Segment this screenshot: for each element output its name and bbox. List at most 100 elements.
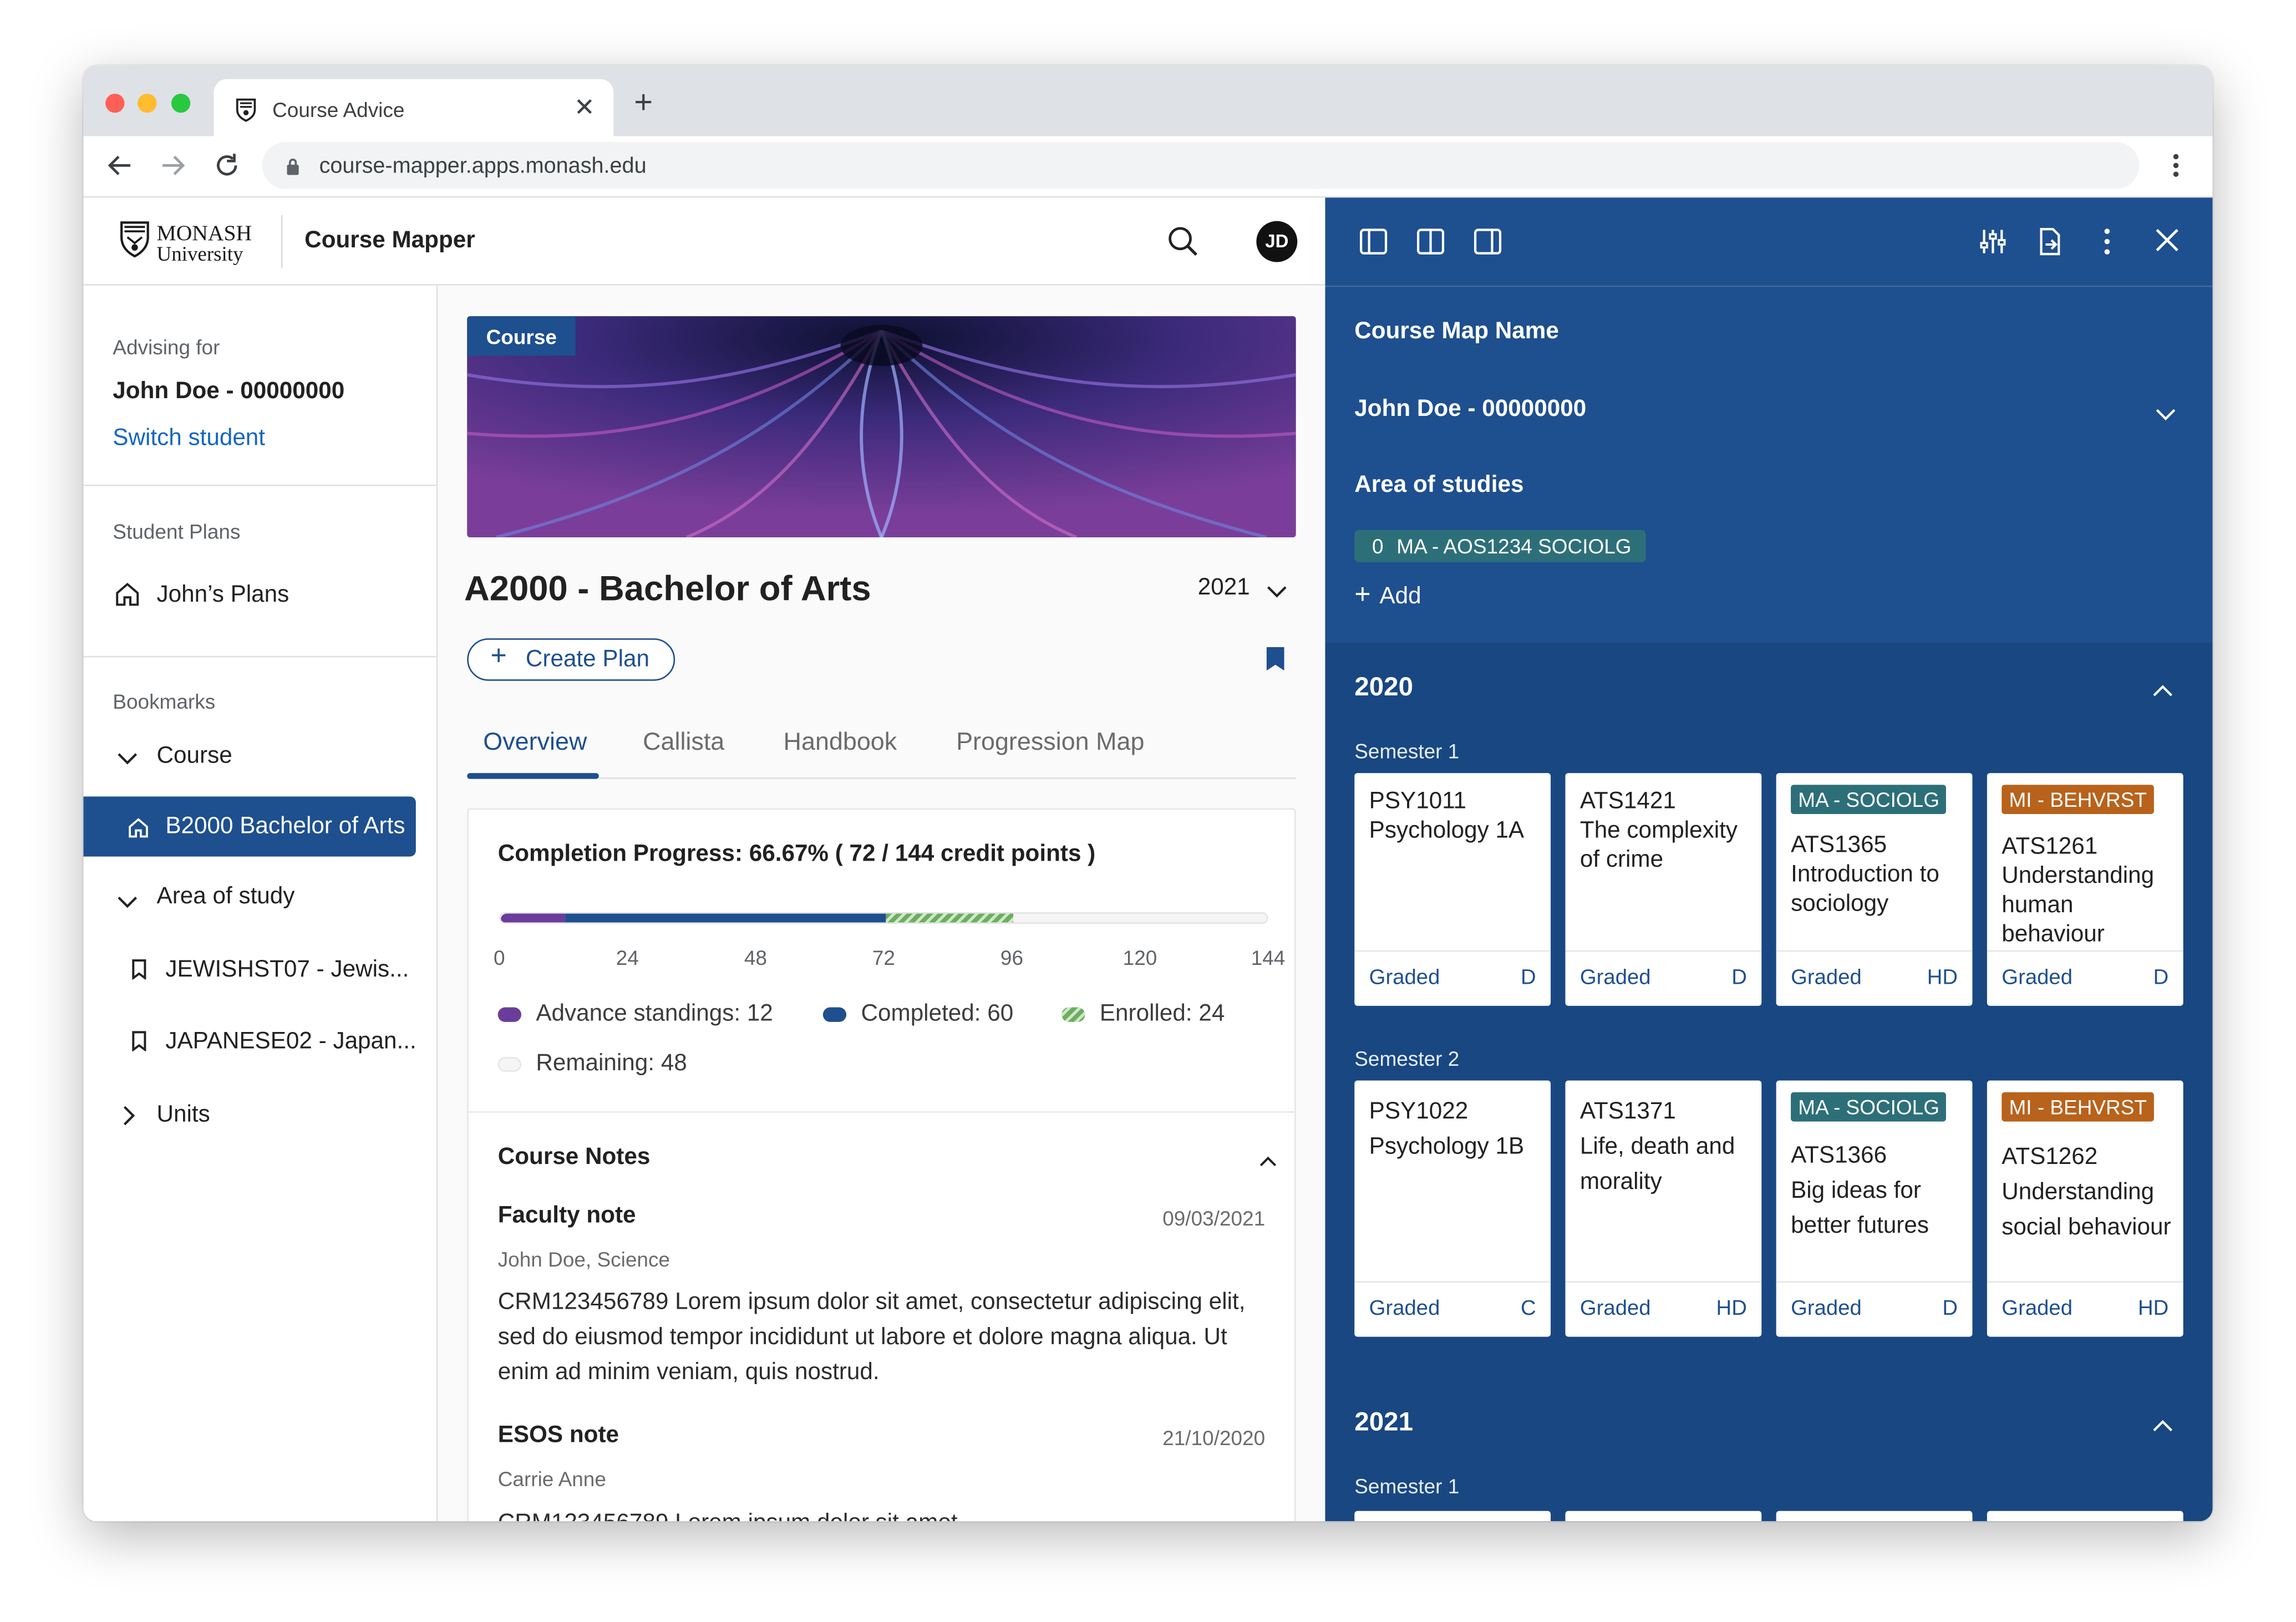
note-title: Faculty note — [497, 1203, 636, 1229]
year-select[interactable]: 2021 — [1198, 576, 1250, 602]
course-title: A2000 - Bachelor of Arts — [464, 570, 871, 609]
unit-card[interactable]: ATS1421 The complexity of crime Graded D — [1565, 773, 1762, 1006]
unit-card[interactable] — [1354, 1511, 1551, 1522]
unit-status: Graded — [1369, 966, 1440, 990]
tab-overview[interactable]: Overview — [483, 728, 587, 757]
sidebar-divider — [83, 484, 436, 486]
minor-tag: MI - BEHVRST — [2002, 785, 2155, 815]
semester-label: Semester 1 — [1354, 739, 1460, 763]
chevron-down-icon[interactable] — [117, 890, 138, 917]
unit-footer: Graded D — [1776, 1281, 1973, 1336]
plus-icon: + — [1354, 579, 1371, 611]
create-plan-button[interactable]: + Create Plan — [467, 638, 675, 681]
unit-card[interactable]: ATS1371 Life, death and morality Graded … — [1565, 1080, 1762, 1337]
sidebar-item-japanese02[interactable]: JAPANESE02 - Japan... — [165, 1029, 416, 1056]
sidebar-group-course[interactable]: Course — [157, 744, 232, 770]
unit-card[interactable]: MA - SOCIOLG ATS1366 Big ideas for bette… — [1776, 1080, 1973, 1337]
legend-swatch — [1061, 1007, 1085, 1022]
browser-toolbar: course-mapper.apps.monash.edu — [83, 136, 2213, 198]
layout-right-panel-icon[interactable] — [1473, 227, 1502, 263]
chevron-down-icon[interactable] — [2156, 403, 2176, 429]
unit-title: Understanding human behaviour — [2002, 863, 2155, 948]
address-bar[interactable]: course-mapper.apps.monash.edu — [262, 142, 2140, 189]
unit-grade: D — [1520, 966, 1536, 990]
add-area-button[interactable]: + Add — [1354, 580, 1421, 612]
user-avatar[interactable]: JD — [1256, 221, 1298, 262]
course-tabs: Overview Callista Handbook Progression M… — [467, 710, 1296, 779]
export-file-icon[interactable] — [2035, 227, 2065, 263]
sidebar-item-label: B2000 Bachelor of Arts — [165, 814, 405, 839]
unit-card[interactable]: MI - BEHVRST ATS1261 Understanding human… — [1987, 773, 2183, 1006]
tab-progression-map[interactable]: Progression Map — [956, 728, 1144, 757]
close-panel-icon[interactable] — [2154, 227, 2181, 261]
unit-code: PSY1022 — [1369, 1099, 1469, 1125]
area-of-study-chip[interactable]: 0 MA - AOS1234 SOCIOLG — [1354, 530, 1646, 562]
note-body: CRM123456789 Lorem ipsum dolor sit amet — [498, 1507, 1274, 1521]
chevron-right-icon[interactable] — [121, 1105, 136, 1133]
switch-student-link[interactable]: Switch student — [113, 426, 265, 452]
tab-callista[interactable]: Callista — [643, 728, 724, 757]
minimize-window-button[interactable] — [138, 93, 157, 113]
monash-logo[interactable]: MONASH University — [119, 218, 280, 272]
unit-title: Psychology 1A — [1369, 818, 1525, 843]
unit-status: Graded — [1579, 1297, 1651, 1321]
sidebar-group-area-of-study[interactable]: Area of study — [157, 884, 295, 911]
card-divider — [468, 1111, 1295, 1113]
sidebar-group-units[interactable]: Units — [157, 1102, 210, 1129]
back-arrow-icon[interactable] — [105, 151, 135, 187]
sidebar-item-b2000[interactable]: B2000 Bachelor of Arts — [83, 796, 416, 857]
close-window-button[interactable] — [105, 93, 125, 113]
create-plan-label: Create Plan — [525, 647, 649, 672]
bookmarks-label: Bookmarks — [113, 689, 216, 713]
major-tag: MA - SOCIOLG — [1791, 785, 1947, 815]
plus-icon: + — [490, 641, 507, 672]
app-title: Course Mapper — [304, 228, 475, 253]
chevron-up-icon[interactable] — [2152, 1415, 2173, 1441]
chevron-down-icon[interactable] — [1267, 580, 1287, 607]
unit-grade: C — [1520, 1297, 1536, 1321]
sidebar-item-johns-plans[interactable]: John’s Plans — [157, 583, 289, 609]
unit-title: Life, death and morality — [1579, 1135, 1735, 1195]
sidebar-item-jewishst07[interactable]: JEWISHST07 - Jewis... — [165, 958, 409, 984]
close-tab-icon[interactable]: ✕ — [574, 94, 595, 123]
semester-label: Semester 2 — [1354, 1046, 1460, 1071]
unit-footer: Graded D — [1987, 950, 2183, 1006]
browser-menu-icon[interactable] — [2170, 151, 2182, 187]
forward-arrow-icon[interactable] — [158, 151, 187, 187]
legend-swatch — [497, 1007, 521, 1022]
unit-card[interactable] — [1987, 1511, 2183, 1522]
unit-footer: Graded HD — [1987, 1281, 2183, 1336]
course-map-student-select[interactable]: John Doe - 00000000 — [1354, 397, 1586, 424]
tab-handbook[interactable]: Handbook — [784, 728, 897, 757]
browser-tab[interactable]: Course Advice ✕ — [214, 79, 614, 136]
chevron-up-icon[interactable] — [2152, 679, 2173, 706]
chevron-up-icon[interactable] — [1259, 1148, 1277, 1174]
unit-card[interactable]: MI - BEHVRST ATS1262 Understanding socia… — [1987, 1080, 2183, 1337]
progress-tick: 120 — [1122, 945, 1157, 969]
bookmark-icon[interactable] — [1265, 645, 1286, 679]
progress-tick: 48 — [744, 945, 767, 969]
progress-tick: 144 — [1251, 945, 1286, 969]
chevron-down-icon[interactable] — [117, 747, 138, 774]
unit-card[interactable]: MA - SOCIOLG ATS1365 Introduction to soc… — [1776, 773, 1973, 1006]
layout-left-panel-icon[interactable] — [1359, 227, 1388, 263]
progress-tick: 72 — [872, 945, 895, 969]
advising-label: Advising for — [113, 335, 220, 359]
add-label: Add — [1379, 584, 1421, 609]
unit-card[interactable] — [1565, 1511, 1762, 1522]
unit-code: ATS1365 — [1791, 833, 1887, 858]
overview-card: Completion Progress: 66.67% ( 72 / 144 c… — [467, 808, 1296, 1522]
unit-title: Big ideas for better futures — [1791, 1178, 1929, 1239]
search-icon[interactable] — [1167, 226, 1199, 265]
unit-code: PSY1011 — [1369, 789, 1467, 815]
unit-card[interactable]: PSY1011 Psychology 1A Graded D — [1354, 773, 1551, 1006]
unit-card[interactable]: PSY1022 Psychology 1B Graded C — [1354, 1080, 1551, 1337]
unit-card[interactable] — [1776, 1511, 1973, 1522]
progress-segment-advance-standings — [500, 913, 565, 923]
reload-icon[interactable] — [212, 151, 242, 187]
maximize-window-button[interactable] — [171, 93, 191, 113]
filter-sliders-icon[interactable] — [1978, 227, 2008, 263]
new-tab-icon[interactable]: + — [634, 85, 653, 119]
more-options-icon[interactable] — [2101, 227, 2113, 263]
layout-split-icon[interactable] — [1416, 227, 1445, 263]
